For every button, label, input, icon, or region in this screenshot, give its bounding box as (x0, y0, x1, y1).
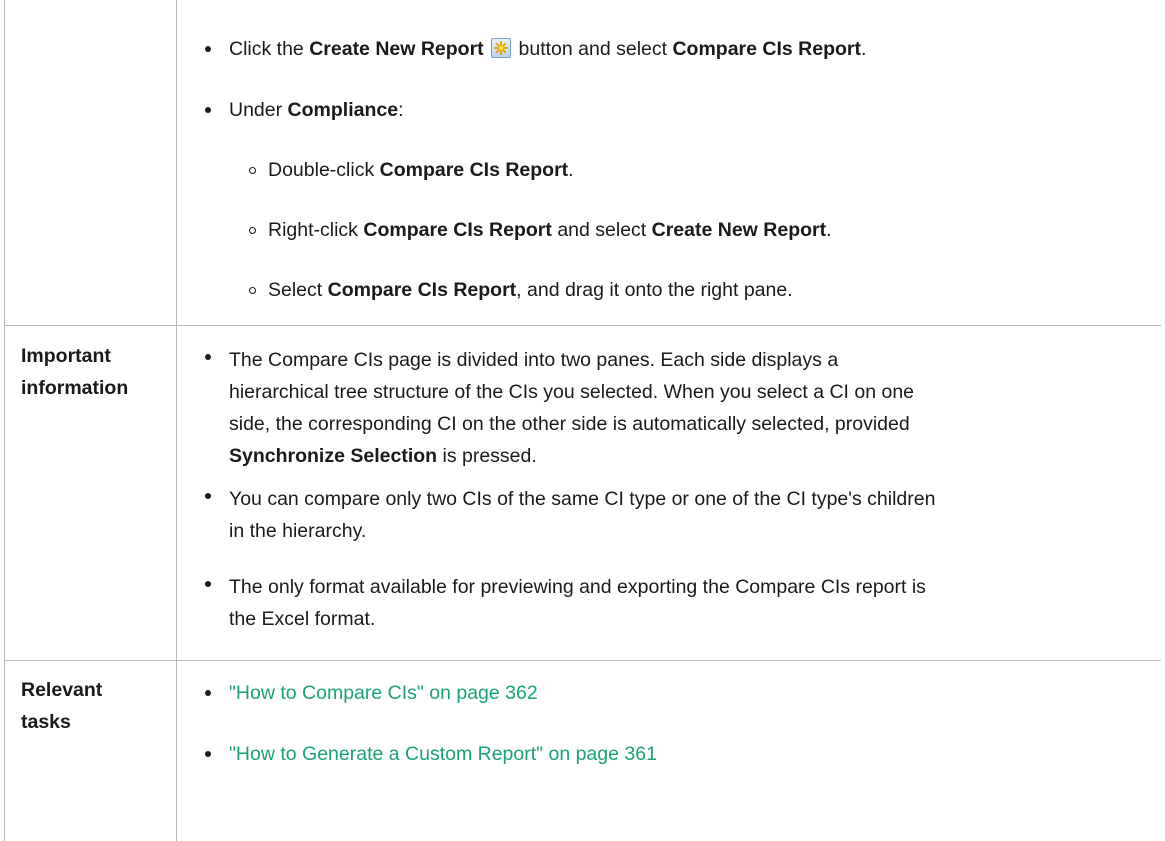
row-divider-2 (4, 660, 1161, 661)
list-item-create-new-report: Click the Create New Report button and s… (229, 38, 867, 60)
column-divider (176, 0, 177, 841)
bullet (205, 751, 211, 757)
task-item: "How to Generate a Custom Report" on pag… (229, 742, 657, 766)
link-how-to-compare-cis[interactable]: "How to Compare CIs" on page 362 (229, 682, 538, 704)
sub-item-right-click: Right-click Compare CIs Report and selec… (268, 219, 832, 241)
info-paragraph-compare-types: You can compare only two CIs of the same… (229, 488, 936, 542)
bullet (205, 581, 211, 587)
sub-bullet (249, 287, 256, 294)
table-left-border (4, 0, 5, 841)
bullet (205, 46, 211, 52)
bullet (205, 107, 211, 113)
bullet (205, 493, 211, 499)
sub-item-drag: Select Compare CIs Report, and drag it o… (268, 279, 793, 301)
bullet (205, 690, 211, 696)
task-item: "How to Compare CIs" on page 362 (229, 681, 538, 705)
sub-item-double-click: Double-click Compare CIs Report. (268, 159, 574, 181)
list-item-under-compliance: Under Compliance: (229, 99, 404, 121)
link-how-to-generate-custom-report[interactable]: "How to Generate a Custom Report" on pag… (229, 743, 657, 765)
sub-bullet (249, 167, 256, 174)
row-label-relevant-tasks: Relevant tasks (21, 679, 103, 733)
bullet (205, 354, 211, 360)
row-label-important-information: Important information (21, 345, 129, 399)
info-paragraph-panes: The Compare CIs page is divided into two… (229, 349, 915, 467)
create-new-report-icon (491, 38, 512, 58)
info-paragraph-format: The only format available for previewing… (229, 576, 926, 630)
row-divider-1 (4, 325, 1161, 326)
sub-bullet (249, 227, 256, 234)
